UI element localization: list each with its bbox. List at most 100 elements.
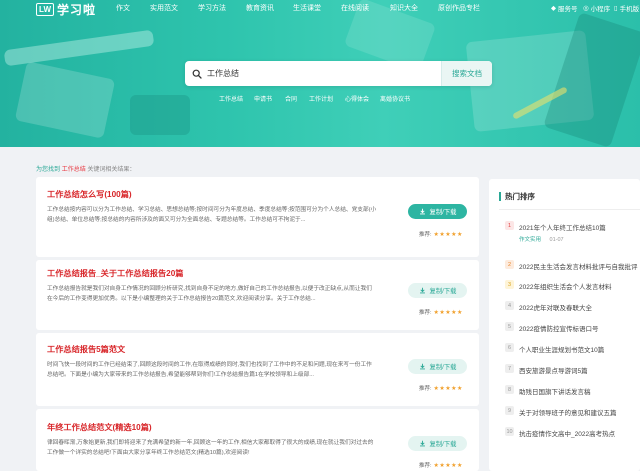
search-bar: 搜索文档 <box>185 61 492 86</box>
search-input[interactable] <box>207 63 441 84</box>
rank-badge: 5 <box>505 322 514 331</box>
sidebar-item[interactable]: 关于对领导班子的意见和建议五篇 <box>519 407 640 417</box>
rank-badge: 9 <box>505 406 514 415</box>
rank-badge: 10 <box>505 427 514 436</box>
result-description: 工作总结报告就是我们对自身工作情况的回顾分析研究,找到自身不足的地方,做好自己的… <box>47 286 372 302</box>
mini-program-label: 小程序 <box>590 6 611 13</box>
star-rating-icon: ★★★★★ <box>433 462 463 469</box>
result-rating: 推荐: ★★★★★ <box>419 461 463 470</box>
sidebar-accent-bar <box>499 192 501 201</box>
result-summary-suffix: 关键词相关结果： <box>87 167 136 173</box>
sidebar-item-date: 01-07 <box>549 237 564 243</box>
sidebar-item-meta: 作文实用 01-07 <box>519 235 564 243</box>
hero-banner: LW 学习啦 作文 实用范文 学习方法 教育资讯 生活课堂 在线阅读 知识大全 … <box>0 0 640 147</box>
download-icon <box>419 440 425 447</box>
rating-label: 推荐: <box>419 386 432 392</box>
nav-item-life[interactable]: 生活课堂 <box>293 3 321 13</box>
result-card: 工作总结报告_关于工作总结报告20篇 工作总结报告就是我们对自身工作情况的回顾分… <box>36 260 479 330</box>
mini-program-icon: ◎ <box>583 5 589 12</box>
service-account-link[interactable]: ◆ 服务号 <box>551 3 578 13</box>
tag-reflection[interactable]: 心得体会 <box>345 94 369 103</box>
nav-item-study-methods[interactable]: 学习方法 <box>198 3 226 13</box>
sidebar-title: 热门排序 <box>505 192 535 201</box>
rank-badge: 6 <box>505 343 514 352</box>
result-title[interactable]: 工作总结报告5篇范文 <box>47 343 125 355</box>
result-summary-keyword: 工作总结 <box>61 167 86 173</box>
rating-label: 推荐: <box>419 310 432 316</box>
rating-label: 推荐: <box>419 463 432 469</box>
nav-item-read-online[interactable]: 在线阅读 <box>341 3 369 13</box>
hero-decoration <box>130 95 190 135</box>
nav-item-knowledge[interactable]: 知识大全 <box>390 3 418 13</box>
rank-badge: 8 <box>505 385 514 394</box>
result-title[interactable]: 工作总结报告_关于工作总结报告20篇 <box>47 267 183 279</box>
weibo-icon: ◆ <box>551 5 556 12</box>
sidebar-item[interactable]: 2022年组织生活会个人发言材料 <box>519 281 640 291</box>
result-rating: 推荐: ★★★★★ <box>419 308 463 317</box>
tag-contract[interactable]: 合同 <box>285 94 297 103</box>
download-icon <box>419 287 425 294</box>
nav-item-education-news[interactable]: 教育资讯 <box>246 3 274 13</box>
hero-decoration <box>3 29 155 67</box>
tag-work-summary[interactable]: 工作总结 <box>219 94 243 103</box>
star-rating-icon: ★★★★★ <box>433 309 463 316</box>
result-description: 时间飞快一段时间的工作已经结束了,回顾这段时间的工作,在取得成绩的同时,我们也找… <box>47 362 372 378</box>
result-card: 工作总结怎么写(100篇) 工作总结按内容可以分为工作总结、学习总结、思想总结等… <box>36 177 479 257</box>
download-icon <box>419 363 425 370</box>
result-description: 工作总结按内容可以分为工作总结、学习总结、思想总结等;按时间可分为年度总结、季度… <box>47 207 377 223</box>
tag-divorce-agreement[interactable]: 离婚协议书 <box>380 94 410 103</box>
star-rating-icon: ★★★★★ <box>433 231 463 238</box>
tag-work-plan[interactable]: 工作计划 <box>309 94 333 103</box>
copy-download-button[interactable]: 复制/下载 <box>408 436 467 451</box>
result-summary-prefix: 为您找到 <box>36 167 61 173</box>
mobile-version-link[interactable]: ▯ 手机版 <box>614 3 639 13</box>
result-rating: 推荐: ★★★★★ <box>419 230 463 239</box>
top-navigation: LW 学习啦 作文 实用范文 学习方法 教育资讯 生活课堂 在线阅读 知识大全 … <box>0 0 640 18</box>
nav-item-practical[interactable]: 实用范文 <box>150 3 178 13</box>
sidebar-item[interactable]: 助残日国旗下讲话发言稿 <box>519 386 640 396</box>
sidebar-divider <box>499 209 640 210</box>
result-description: 律回春晖渐,万象始更新,我们即将迎来了充满希望的新一年,回顾这一年的工作,相信大… <box>47 440 374 456</box>
copy-download-label: 复制/下载 <box>429 364 457 371</box>
rank-badge: 4 <box>505 301 514 310</box>
nav-item-original[interactable]: 原创作品专栏 <box>438 3 480 13</box>
sidebar-item[interactable]: 个人职业生涯规划书范文10篇 <box>519 344 640 354</box>
sidebar-item[interactable]: 抗击疫情作文高中_2022高考热点 <box>519 428 640 438</box>
rank-badge: 7 <box>505 364 514 373</box>
site-logo[interactable]: LW 学习啦 <box>36 1 96 18</box>
nav-item-zuowen[interactable]: 作文 <box>116 3 130 13</box>
result-card: 年终工作总结范文(精选10篇) 律回春晖渐,万象始更新,我们即将迎来了充满希望的… <box>36 409 479 471</box>
result-rating: 推荐: ★★★★★ <box>419 384 463 393</box>
result-title[interactable]: 年终工作总结范文(精选10篇) <box>47 421 152 433</box>
search-icon <box>187 61 207 86</box>
logo-text: 学习啦 <box>57 3 97 17</box>
copy-download-button[interactable]: 复制/下载 <box>408 359 467 374</box>
mini-program-link[interactable]: ◎ 小程序 <box>583 3 610 13</box>
hero-decoration <box>14 61 116 139</box>
star-rating-icon: ★★★★★ <box>433 385 463 392</box>
rank-badge: 2 <box>505 260 514 269</box>
service-account-label: 服务号 <box>558 6 578 13</box>
copy-download-button[interactable]: 复制/下载 <box>408 204 467 219</box>
sidebar-item-category: 作文实用 <box>519 237 542 243</box>
sidebar-item[interactable]: 2022疫情防控宣传标语口号 <box>519 323 640 333</box>
sidebar-item[interactable]: 2021年个人年终工作总结10篇 <box>519 222 640 232</box>
sidebar-item[interactable]: 2022虎年对联及春联大全 <box>519 302 640 312</box>
copy-download-button[interactable]: 复制/下载 <box>408 283 467 298</box>
hot-ranking-sidebar: 热门排序 1 2021年个人年终工作总结10篇 作文实用 01-07 2 202… <box>489 179 640 471</box>
sidebar-item[interactable]: 西安旅游景点导游词5篇 <box>519 365 640 375</box>
result-title[interactable]: 工作总结怎么写(100篇) <box>47 188 132 200</box>
rank-badge: 1 <box>505 221 514 230</box>
tag-application[interactable]: 申请书 <box>254 94 272 103</box>
download-icon <box>419 208 425 215</box>
copy-download-label: 复制/下载 <box>429 288 457 295</box>
copy-download-label: 复制/下载 <box>429 209 457 216</box>
result-card: 工作总结报告5篇范文 时间飞快一段时间的工作已经结束了,回顾这段时间的工作,在取… <box>36 333 479 406</box>
sidebar-header: 热门排序 <box>499 191 535 202</box>
rating-label: 推荐: <box>419 232 432 238</box>
copy-download-label: 复制/下载 <box>429 441 457 448</box>
sidebar-item[interactable]: 2022民主生活会发言材料批评与自我批评 <box>519 261 640 271</box>
logo-mark-icon: LW <box>36 3 54 16</box>
search-button[interactable]: 搜索文档 <box>441 61 492 86</box>
mobile-version-label: 手机版 <box>619 6 640 13</box>
